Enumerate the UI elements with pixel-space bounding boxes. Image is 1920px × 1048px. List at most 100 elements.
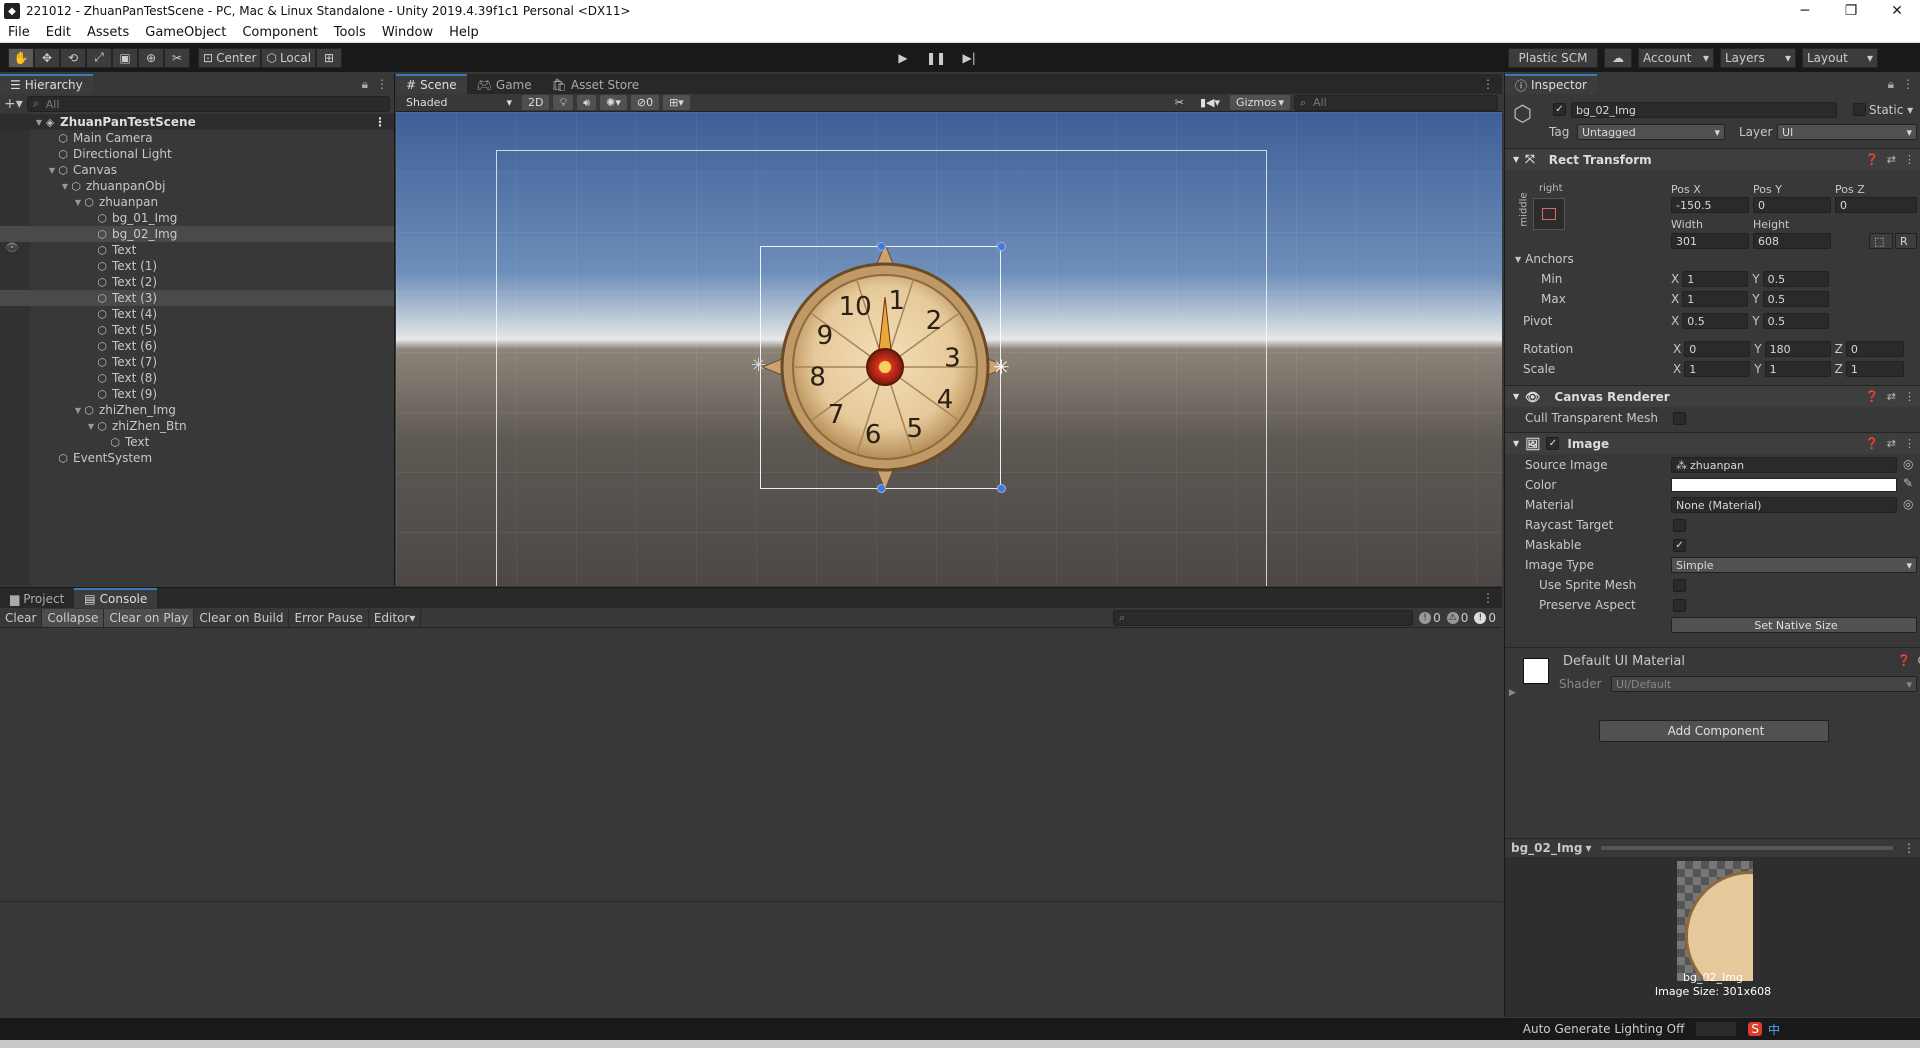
lock-icon[interactable]: 🔒︎ — [1888, 77, 1894, 92]
preset-icon[interactable]: ⇄ — [1887, 153, 1896, 166]
rotation-y-field[interactable]: 180 — [1764, 341, 1831, 357]
effects-dropdown-icon[interactable]: ✺▾ — [600, 95, 627, 110]
hierarchy-item[interactable]: ⬡ Text (1) — [0, 258, 394, 274]
handle-top-right[interactable] — [997, 242, 1006, 251]
tools-icon[interactable]: ✂ — [1168, 95, 1190, 110]
grid-snap-icon[interactable]: ⊞ — [316, 47, 343, 68]
rect-transform-header[interactable]: ▼ ⤧ Rect Transform ❓ ⇄ ⋮ — [1505, 148, 1920, 170]
foldout-arrow-icon[interactable]: ▼ — [47, 166, 57, 175]
scene-viewport[interactable]: 1 2 3 4 5 6 7 8 9 10 ✳ ✳ — [396, 112, 1502, 586]
editor-dropdown[interactable]: Editor ▾ — [369, 608, 422, 627]
transform-tool-icon[interactable]: ⊕ — [138, 47, 164, 68]
gizmos-dropdown[interactable]: Gizmos ▾ — [1230, 95, 1290, 110]
menu-assets[interactable]: Assets — [79, 25, 137, 40]
hierarchy-item[interactable]: ⬡ Directional Light — [0, 146, 394, 162]
maximize-button[interactable]: ❐ — [1828, 0, 1874, 22]
menu-gameobject[interactable]: GameObject — [137, 25, 234, 40]
height-field[interactable]: 608 — [1753, 233, 1831, 249]
preview-header[interactable]: bg_02_Img ▾ ⋮ — [1505, 838, 1920, 856]
pivot-x-field[interactable]: 0.5 — [1682, 313, 1749, 329]
preview-area[interactable]: bg_02_Img Image Size: 301x608 — [1505, 857, 1920, 1017]
hierarchy-search-input[interactable]: All — [26, 96, 390, 112]
error-count-toggle[interactable]: ! 0 — [1474, 611, 1496, 625]
max-x-field[interactable]: 1 — [1682, 291, 1749, 307]
handle-top[interactable] — [877, 242, 886, 251]
preserve-aspect-checkbox[interactable] — [1673, 599, 1686, 612]
tab-scene[interactable]: # Scene — [396, 74, 467, 94]
rotation-x-field[interactable]: 0 — [1684, 341, 1751, 357]
help-icon[interactable]: ❓ — [1897, 654, 1911, 667]
kebab-menu-icon[interactable]: ⋮ — [374, 115, 386, 129]
menu-tools[interactable]: Tools — [326, 25, 374, 40]
kebab-menu-icon[interactable]: ⋮ — [1903, 841, 1915, 855]
object-picker-icon[interactable]: ◎ — [1903, 457, 1913, 471]
hierarchy-item[interactable]: ▼ ⬡ zhiZhen_Img — [0, 402, 394, 418]
hierarchy-item[interactable]: ⬡ Text (3) — [0, 290, 394, 306]
collapse-button[interactable]: Collapse — [42, 608, 105, 627]
hierarchy-item[interactable]: ⬡ Text (4) — [0, 306, 394, 322]
canvas-renderer-header[interactable]: ▼ 👁︎ Canvas Renderer ❓ ⇄ ⋮ — [1505, 385, 1920, 407]
kebab-menu-icon[interactable]: ⋮ — [1904, 437, 1915, 450]
layout-dropdown[interactable]: Layout ▾ — [1802, 47, 1878, 68]
anchors-foldout[interactable]: ▼ Anchors — [1515, 250, 1574, 268]
hierarchy-item[interactable]: ⬡ Main Camera — [0, 130, 394, 146]
maskable-checkbox[interactable]: ✓ — [1673, 539, 1686, 552]
clear-on-build-button[interactable]: Clear on Build — [194, 608, 290, 627]
static-checkbox[interactable] — [1853, 103, 1866, 116]
mode-2d-toggle[interactable]: 2D — [522, 95, 550, 110]
audio-toggle-icon[interactable]: 🔊︎ — [577, 95, 597, 110]
hierarchy-scene-root[interactable]: ▼ ◈ ZhuanPanTestScene ⋮ — [0, 114, 394, 130]
menu-help[interactable]: Help — [441, 25, 487, 40]
grid-toggle-icon[interactable]: ⊞▾ — [663, 95, 690, 110]
tab-console[interactable]: ▤ Console — [74, 588, 158, 608]
tab-asset-store[interactable]: 🛍︎ Asset Store — [541, 74, 650, 94]
hierarchy-item[interactable]: ⬡ Text (2) — [0, 274, 394, 290]
plastic-scm-button[interactable]: Plastic SCM — [1508, 47, 1598, 68]
hand-tool-icon[interactable]: ✋ — [8, 47, 34, 68]
foldout-arrow-icon[interactable]: ▼ — [34, 118, 44, 127]
hierarchy-item[interactable]: ⬡ Text (7) — [0, 354, 394, 370]
lighting-status[interactable]: Auto Generate Lighting Off — [1523, 1022, 1685, 1036]
max-y-field[interactable]: 0.5 — [1762, 291, 1829, 307]
kebab-menu-icon[interactable]: ⋮ — [1904, 390, 1915, 403]
add-component-button[interactable]: Add Component — [1599, 720, 1829, 742]
foldout-arrow-icon[interactable]: ▼ — [73, 198, 83, 207]
rect-tool-icon[interactable]: ▣ — [112, 47, 138, 68]
image-component-header[interactable]: ▼ 🖼︎ ✓ Image ❓ ⇄ ⋮ — [1505, 432, 1920, 454]
set-native-size-button[interactable]: Set Native Size — [1671, 617, 1917, 633]
raw-edit-button[interactable]: R — [1895, 233, 1917, 249]
sprite-mesh-checkbox[interactable] — [1673, 579, 1686, 592]
foldout-arrow-icon[interactable]: ▼ — [86, 422, 96, 431]
preset-icon[interactable]: ⇄ — [1887, 390, 1896, 403]
console-search-input[interactable] — [1113, 609, 1414, 626]
hierarchy-item[interactable]: ▼ ⬡ zhuanpanObj — [0, 178, 394, 194]
min-y-field[interactable]: 0.5 — [1762, 271, 1829, 287]
console-divider[interactable] — [0, 901, 1502, 902]
anchor-presets-button[interactable] — [1533, 198, 1565, 230]
pos-y-field[interactable]: 0 — [1753, 197, 1831, 213]
ime-indicator[interactable]: S — [1748, 1022, 1762, 1036]
kebab-menu-icon[interactable]: ⋮ — [1902, 77, 1914, 91]
hierarchy-item[interactable]: ⬡ Text (5) — [0, 322, 394, 338]
close-button[interactable]: ✕ — [1874, 0, 1920, 22]
add-object-button[interactable]: +▾ — [4, 96, 23, 112]
scale-x-field[interactable]: 1 — [1684, 361, 1751, 377]
color-swatch[interactable] — [1671, 478, 1897, 492]
step-button[interactable]: ▶| — [956, 47, 983, 68]
scale-y-field[interactable]: 1 — [1764, 361, 1831, 377]
clear-on-play-button[interactable]: Clear on Play — [104, 608, 195, 627]
visibility-eye-icon[interactable]: 👁︎ — [5, 241, 19, 254]
menu-component[interactable]: Component — [234, 25, 325, 40]
help-icon[interactable]: ❓ — [1865, 437, 1879, 450]
hidden-objects-toggle[interactable]: ⊘ 0 — [630, 95, 660, 110]
image-enabled-checkbox[interactable]: ✓ — [1546, 437, 1560, 450]
scale-tool-icon[interactable]: ⤢ — [86, 47, 112, 68]
cull-mesh-checkbox[interactable] — [1673, 412, 1686, 425]
kebab-menu-icon[interactable]: ⋮ — [1482, 77, 1494, 91]
handle-bottom-right[interactable] — [997, 484, 1006, 493]
static-dropdown[interactable]: Static ▾ — [1869, 103, 1913, 117]
object-picker-icon[interactable]: ◎ — [1903, 497, 1913, 511]
tag-dropdown[interactable]: Untagged ▾ — [1577, 124, 1725, 140]
hierarchy-item[interactable]: ▼ ⬡ zhiZhen_Btn — [0, 418, 394, 434]
custom-tool-icon[interactable]: ✂ — [164, 47, 190, 68]
